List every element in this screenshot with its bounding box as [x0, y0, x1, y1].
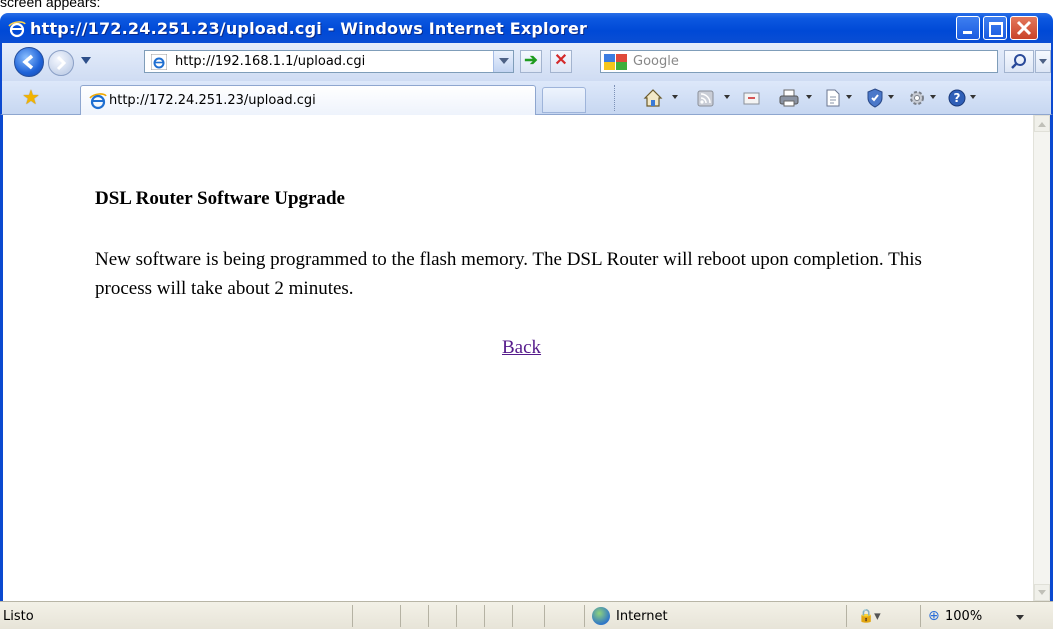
tools-dropdown[interactable] [930, 95, 936, 99]
navigation-bar: http://192.168.1.1/upload.cgi ➔ ✕ Google [0, 43, 1053, 81]
scroll-up-button[interactable] [1034, 115, 1050, 132]
page-dropdown[interactable] [846, 95, 852, 99]
status-bar: Listo Internet 🔒▾ ⊕ 100% [0, 601, 1053, 629]
zoom-icon[interactable]: ⊕ [928, 608, 940, 624]
tab-bar: ★ http://172.24.251.23/upload.cgi ? [0, 81, 1053, 115]
status-divider [544, 605, 545, 627]
status-divider [920, 605, 921, 627]
page-icon[interactable] [822, 87, 844, 109]
status-divider [846, 605, 847, 627]
home-icon[interactable] [642, 87, 664, 109]
mail-icon[interactable] [742, 87, 762, 109]
internet-globe-icon [592, 607, 610, 625]
arrow-right-icon [56, 55, 67, 71]
print-icon[interactable] [778, 87, 800, 109]
arrow-right-icon: ➔ [524, 52, 538, 69]
status-divider [512, 605, 513, 627]
ie-logo-icon [8, 21, 26, 38]
google-logo-icon [604, 54, 627, 70]
stop-button[interactable]: ✕ [550, 50, 572, 73]
protected-mode-icon[interactable]: 🔒▾ [858, 609, 881, 624]
status-text: Listo [3, 609, 34, 624]
window-title: http://172.24.251.23/upload.cgi - Window… [30, 19, 588, 38]
help-icon[interactable]: ? [946, 87, 968, 109]
favorites-star-icon[interactable]: ★ [22, 87, 40, 109]
back-link[interactable]: Back [502, 337, 541, 359]
back-button[interactable] [14, 47, 44, 77]
status-divider [456, 605, 457, 627]
new-tab-button[interactable] [542, 87, 586, 113]
home-dropdown[interactable] [672, 95, 678, 99]
forward-button[interactable] [48, 50, 74, 76]
arrow-left-icon [22, 54, 34, 70]
scroll-down-button[interactable] [1034, 584, 1050, 601]
status-divider [484, 605, 485, 627]
toolbar-separator [614, 85, 616, 111]
search-box[interactable]: Google [600, 50, 998, 73]
search-options-dropdown[interactable] [1035, 50, 1051, 73]
search-icon [1011, 54, 1026, 69]
status-divider [584, 605, 585, 627]
close-icon: ✕ [554, 52, 568, 69]
close-button[interactable] [1010, 16, 1038, 40]
security-zone: Internet [616, 609, 668, 624]
address-url: http://192.168.1.1/upload.cgi [175, 54, 366, 69]
tab-label: http://172.24.251.23/upload.cgi [109, 93, 316, 108]
maximize-button[interactable] [983, 16, 1007, 40]
status-divider [400, 605, 401, 627]
close-icon [1016, 20, 1032, 36]
cropped-caption: screen appears: [0, 0, 101, 10]
safety-dropdown[interactable] [888, 95, 894, 99]
status-divider [352, 605, 353, 627]
tab-upload-cgi[interactable]: http://172.24.251.23/upload.cgi [80, 85, 536, 115]
vertical-scrollbar[interactable] [1033, 115, 1050, 601]
upgrade-message: New software is being programmed to the … [95, 249, 922, 299]
search-button[interactable] [1004, 50, 1034, 73]
zoom-level[interactable]: 100% [945, 609, 982, 624]
page-content: DSL Router Software Upgrade New software… [0, 115, 1053, 601]
address-bar[interactable]: http://192.168.1.1/upload.cgi [144, 50, 514, 73]
feeds-dropdown[interactable] [724, 95, 730, 99]
safety-shield-icon[interactable] [864, 87, 886, 109]
go-button[interactable]: ➔ [520, 50, 542, 73]
minimize-button[interactable] [956, 16, 980, 40]
print-dropdown[interactable] [806, 95, 812, 99]
address-dropdown-button[interactable] [493, 51, 513, 72]
recent-pages-dropdown[interactable] [81, 57, 91, 64]
svg-text:?: ? [954, 91, 961, 105]
window-titlebar[interactable]: http://172.24.251.23/upload.cgi - Window… [0, 13, 1053, 43]
ie-logo-icon [89, 93, 107, 110]
page-title: DSL Router Software Upgrade [95, 188, 345, 209]
gear-icon[interactable] [906, 87, 928, 109]
page-ie-icon [151, 54, 167, 70]
help-dropdown[interactable] [970, 95, 976, 99]
search-placeholder: Google [633, 54, 679, 69]
zoom-dropdown[interactable] [1016, 615, 1024, 620]
feeds-icon[interactable] [696, 87, 716, 109]
status-divider [428, 605, 429, 627]
